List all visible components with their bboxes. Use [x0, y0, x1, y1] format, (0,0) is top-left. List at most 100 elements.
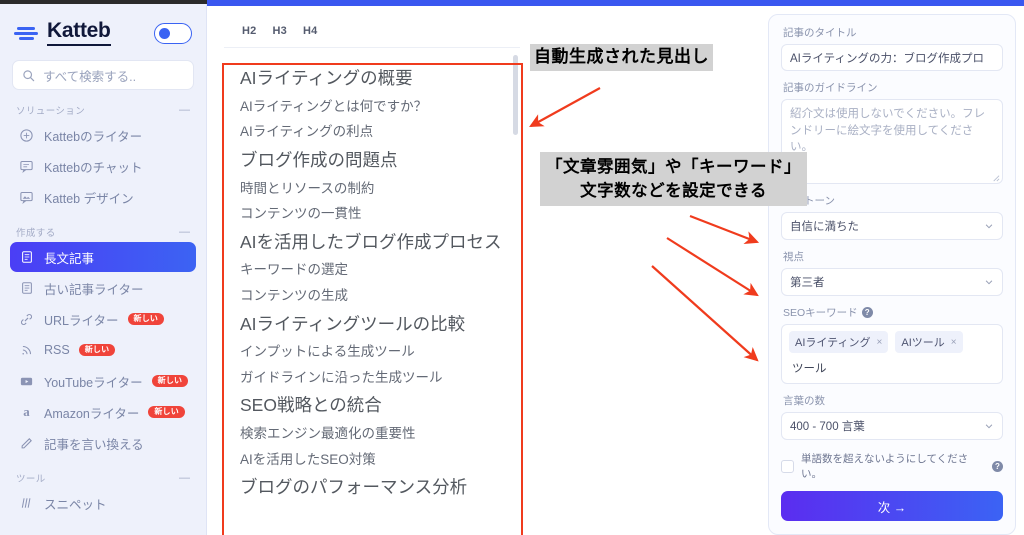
outline-heading[interactable]: AIを活用したSEO対策 — [240, 451, 520, 469]
sidebar-toggle-switch[interactable] — [154, 22, 192, 44]
brand-logo[interactable]: Katteb — [47, 20, 111, 46]
sidebar-item-amazon-writer[interactable]: a Amazonライター 新しい — [10, 397, 196, 427]
select-value: 自信に満ちた — [790, 221, 859, 233]
outline-heading[interactable]: AIライティングとは何ですか？ — [240, 98, 520, 116]
help-icon[interactable]: ? — [992, 460, 1003, 472]
section-collapse-icon[interactable]: — — [179, 104, 190, 116]
outline-list: AIライティングの概要 AIライティングとは何ですか？ AIライティングの利点 … — [224, 48, 520, 499]
pen-circle-icon — [18, 127, 35, 144]
article-title-input[interactable]: AIライティングの力：ブログ作成プロ — [781, 44, 1003, 71]
sidebar-item-rss[interactable]: RSS 新しい — [10, 335, 196, 365]
chevron-down-icon — [985, 424, 993, 429]
outline-heading[interactable]: 時間とリソースの制約 — [240, 180, 520, 198]
settings-panel: 記事のタイトル AIライティングの力：ブログ作成プロ 記事のガイドライン 紹介文… — [768, 14, 1016, 535]
toggle-knob — [159, 27, 170, 39]
outline-heading[interactable]: コンテンツの生成 — [240, 287, 520, 305]
sidebar-item-url-writer[interactable]: URLライター 新しい — [10, 304, 196, 334]
outline-heading[interactable]: キーワードの選定 — [240, 261, 520, 279]
sidebar-header: Katteb — [0, 12, 206, 54]
seo-tag-label: AIツール — [901, 337, 945, 349]
seo-tag[interactable]: AIツール × — [895, 331, 963, 353]
seo-keywords-input[interactable]: AIライティング × AIツール × ツール — [781, 324, 1003, 384]
hamburger-menu-icon[interactable] — [14, 25, 38, 41]
outline-heading[interactable]: AIを活用したブログ作成プロセス — [240, 231, 520, 254]
remove-tag-icon[interactable]: × — [877, 337, 883, 348]
resize-grip-icon[interactable] — [991, 173, 1000, 182]
top-strip-blue — [207, 0, 1024, 6]
sidebar-item-katteb-chat[interactable]: Kattebのチャット — [10, 151, 196, 181]
seo-tag[interactable]: AIライティング × — [789, 331, 889, 353]
seo-tag-list: AIライティング × AIツール × — [789, 331, 995, 353]
heading-level-tabs: H2 H3 H4 — [224, 14, 520, 48]
section-collapse-icon[interactable]: — — [179, 472, 190, 484]
sidebar-item-katteb-design[interactable]: Katteb デザイン — [10, 182, 196, 212]
section-collapse-icon[interactable]: — — [179, 226, 190, 238]
chevron-down-icon — [985, 280, 993, 285]
field-seo-keywords: SEOキーワード ? AIライティング × AIツール × ツール — [781, 305, 1003, 384]
checkbox-label: 単語数を超えないようにしてください。 — [801, 453, 969, 480]
pencil-icon — [18, 435, 35, 452]
sidebar-item-old-article-writer[interactable]: 古い記事ライター — [10, 273, 196, 303]
outline-heading[interactable]: ガイドラインに沿った生成ツール — [240, 369, 520, 387]
word-limit-checkbox-row: 単語数を超えないようにしてください。 ? — [781, 451, 1003, 481]
section-header-create: 作成する — — [0, 225, 206, 239]
annotation-arrow-4 — [651, 265, 759, 362]
article-guideline-textarea[interactable]: 紹介文は使用しないでください。フレンドリーに絵文字を使用してください。 — [781, 99, 1003, 184]
outline-scrollbar[interactable] — [513, 55, 518, 135]
document-icon — [18, 249, 35, 266]
annotation-arrow-1 — [529, 87, 601, 128]
document-icon — [18, 280, 35, 297]
sidebar-item-snippet[interactable]: スニペット — [10, 488, 196, 518]
search-input[interactable]: すべて検索する.. — [12, 60, 194, 90]
sidebar-item-label: 古い記事ライター — [44, 282, 144, 297]
select-value: 第三者 — [790, 277, 825, 289]
seo-tag-text-entry[interactable]: ツール — [792, 360, 995, 376]
remove-tag-icon[interactable]: × — [951, 337, 957, 348]
rss-icon — [18, 342, 35, 359]
sidebar-item-label: Kattebのライター — [44, 129, 143, 144]
outline-heading[interactable]: インプットによる生成ツール — [240, 343, 520, 361]
word-limit-checkbox[interactable] — [781, 459, 794, 473]
sidebar-item-rewrite-article[interactable]: 記事を言い換える — [10, 428, 196, 458]
field-label: 記事のタイトル — [783, 27, 857, 39]
tab-h4[interactable]: H4 — [303, 25, 317, 37]
field-article-guideline: 記事のガイドライン 紹介文は使用しないでください。フレンドリーに絵文字を使用して… — [781, 80, 1003, 184]
tab-h2[interactable]: H2 — [242, 25, 256, 37]
annotation-arrow-2 — [689, 214, 760, 245]
point-of-view-select[interactable]: 第三者 — [781, 268, 1003, 296]
field-label: 記事のガイドライン — [783, 82, 878, 94]
outline-heading[interactable]: AIライティングツールの比較 — [240, 313, 520, 336]
outline-heading[interactable]: SEO戦略との統合 — [240, 394, 520, 417]
tab-h3[interactable]: H3 — [272, 25, 286, 37]
word-count-select[interactable]: 400 - 700 言葉 — [781, 412, 1003, 440]
search-icon — [23, 69, 35, 81]
field-label: 声のトーン — [783, 195, 835, 207]
annotation-callout-settings: 「文章雰囲気」や「キーワード」 文字数などを設定できる — [540, 152, 807, 206]
badge-new: 新しい — [148, 405, 185, 419]
sidebar-item-label: Kattebのチャット — [44, 160, 143, 175]
sidebar-item-katteb-writer[interactable]: Kattebのライター — [10, 120, 196, 150]
outline-heading[interactable]: 検索エンジン最適化の重要性 — [240, 425, 520, 443]
help-icon[interactable]: ? — [861, 307, 873, 318]
section-header-solutions: ソリューション — — [0, 103, 206, 117]
seo-tag-label: AIライティング — [795, 337, 871, 349]
image-bubble-icon — [18, 189, 35, 206]
youtube-icon — [18, 373, 35, 390]
tone-of-voice-select[interactable]: 自信に満ちた — [781, 212, 1003, 240]
sidebar-item-long-article[interactable]: 長文記事 — [10, 242, 196, 272]
annotation-arrow-3 — [666, 237, 759, 297]
chevron-down-icon — [985, 224, 993, 229]
outline-heading[interactable]: ブログ作成の問題点 — [240, 149, 520, 172]
outline-heading[interactable]: ブログのパフォーマンス分析 — [240, 476, 520, 499]
outline-heading[interactable]: AIライティングの利点 — [240, 123, 520, 141]
next-button[interactable]: 次 → — [781, 491, 1003, 521]
field-label-text: SEOキーワード — [783, 307, 858, 319]
sidebar-item-youtube-writer[interactable]: YouTubeライター 新しい — [10, 366, 196, 396]
section-header-tools: ツール — — [0, 471, 206, 485]
section-title: ソリューション — [16, 106, 86, 117]
outline-heading[interactable]: AIライティングの概要 — [240, 67, 520, 90]
sidebar-item-label: URLライター — [44, 313, 119, 328]
app-root: Katteb すべて検索する.. ソリューション — Kattebのライター K… — [0, 0, 1024, 535]
sidebar-item-label: YouTubeライター — [44, 375, 143, 390]
outline-heading[interactable]: コンテンツの一貫性 — [240, 205, 520, 223]
